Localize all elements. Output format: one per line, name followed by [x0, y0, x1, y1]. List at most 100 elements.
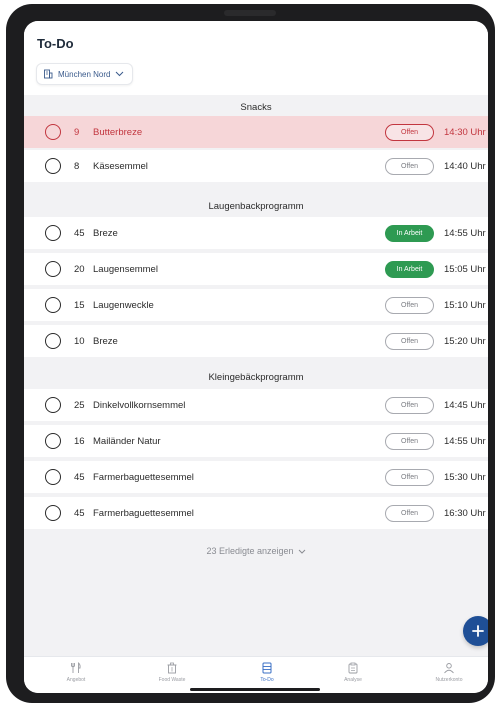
item-time: 15:10 Uhr — [444, 299, 486, 311]
item-time: 14:55 Uhr — [444, 435, 486, 447]
status-badge[interactable]: Offen — [385, 332, 434, 350]
item-text: 45 Breze — [74, 228, 118, 239]
item-text: 45 Farmerbaguettesemmel — [74, 508, 194, 519]
todo-row[interactable]: 20 Laugensemmel In Arbeit 15:05 Uhr — [24, 253, 488, 285]
status-badge[interactable]: Offen — [385, 123, 434, 141]
item-name: Laugensemmel — [93, 263, 158, 275]
checkbox[interactable] — [45, 225, 61, 241]
item-text: 16 Mailänder Natur — [74, 436, 161, 447]
item-name: Dinkelvollkornsemmel — [93, 399, 186, 411]
item-name: Laugenweckle — [93, 299, 154, 311]
status-badge[interactable]: Offen — [385, 396, 434, 414]
checkbox[interactable] — [45, 433, 61, 449]
page-title: To-Do — [37, 36, 74, 51]
item-name: Breze — [93, 227, 118, 239]
checkbox[interactable] — [45, 297, 61, 313]
camera-bar — [224, 10, 276, 16]
todo-row[interactable]: 16 Mailänder Natur Offen 14:55 Uhr — [24, 425, 488, 457]
item-name: Farmerbaguettesemmel — [93, 471, 194, 483]
list-icon — [262, 662, 272, 674]
todo-row[interactable]: 8 Käsesemmel Offen 14:40 Uhr — [24, 150, 488, 182]
status-badge[interactable]: Offen — [385, 296, 434, 314]
app-screen: To-Do München Nord Snacks 9 Butterbreze O… — [24, 21, 488, 693]
item-name: Butterbreze — [93, 126, 143, 138]
section-header-kleingebaeckprogramm: Kleingebäckprogramm — [24, 365, 488, 389]
tab-label: Food Waste — [158, 677, 186, 683]
item-name: Farmerbaguettesemmel — [93, 507, 194, 519]
checkbox[interactable] — [45, 261, 61, 277]
building-icon — [44, 69, 53, 79]
status-badge[interactable]: Offen — [385, 432, 434, 450]
checkbox[interactable] — [45, 333, 61, 349]
item-qty: 45 — [74, 507, 85, 519]
item-time: 15:05 Uhr — [444, 263, 486, 275]
todo-row[interactable]: 9 Butterbreze Offen 14:30 Uhr — [24, 116, 488, 148]
tab-label: Nutzerkonto — [435, 677, 463, 683]
show-completed-button[interactable]: 23 Erledigte anzeigen — [24, 541, 488, 561]
top-bar: To-Do München Nord — [24, 21, 488, 95]
todo-row[interactable]: 10 Breze Offen 15:20 Uhr — [24, 325, 488, 357]
checkbox[interactable] — [45, 469, 61, 485]
status-badge[interactable]: In Arbeit — [385, 224, 434, 242]
tab-label: Analyse — [344, 677, 362, 683]
tab-to-do[interactable]: To-Do — [227, 662, 307, 690]
checkbox[interactable] — [45, 505, 61, 521]
item-text: 45 Farmerbaguettesemmel — [74, 472, 194, 483]
item-text: 9 Butterbreze — [74, 127, 142, 138]
add-button[interactable] — [463, 616, 488, 646]
location-label: München Nord — [58, 69, 111, 79]
item-qty: 8 — [74, 160, 80, 172]
utensils-icon — [71, 662, 81, 673]
home-indicator — [190, 688, 320, 691]
section-header-laugenbackprogramm: Laugenbackprogramm — [24, 194, 488, 218]
tab-label: Angebot — [66, 677, 86, 683]
todo-row[interactable]: 45 Farmerbaguettesemmel Offen 16:30 Uhr — [24, 497, 488, 529]
todo-row[interactable]: 45 Farmerbaguettesemmel Offen 15:30 Uhr — [24, 461, 488, 493]
chevron-down-icon — [116, 71, 124, 77]
status-badge[interactable]: In Arbeit — [385, 260, 434, 278]
todo-row[interactable]: 25 Dinkelvollkornsemmel Offen 14:45 Uhr — [24, 389, 488, 421]
show-completed-label: 23 Erledigte anzeigen — [206, 546, 294, 556]
tab-label: To-Do — [260, 677, 274, 683]
item-time: 14:30 Uhr — [444, 126, 486, 138]
tablet-frame: To-Do München Nord Snacks 9 Butterbreze O… — [6, 4, 495, 703]
item-qty: 25 — [74, 399, 85, 411]
item-text: 20 Laugensemmel — [74, 264, 158, 275]
item-time: 14:40 Uhr — [444, 160, 486, 172]
checkbox[interactable] — [45, 397, 61, 413]
item-qty: 20 — [74, 263, 85, 275]
item-qty: 9 — [74, 126, 80, 138]
item-name: Käsesemmel — [93, 160, 148, 172]
item-qty: 15 — [74, 299, 85, 311]
location-selector[interactable]: München Nord — [36, 63, 134, 85]
checkbox[interactable] — [45, 124, 61, 140]
tab-analyse[interactable]: Analyse — [313, 662, 393, 690]
tab-nutzerkonto[interactable]: Nutzerkonto — [409, 662, 488, 690]
item-time: 15:20 Uhr — [444, 335, 486, 347]
item-time: 15:30 Uhr — [444, 471, 486, 483]
todo-row[interactable]: 15 Laugenweckle Offen 15:10 Uhr — [24, 289, 488, 321]
item-time: 14:55 Uhr — [444, 227, 486, 239]
todo-row[interactable]: 45 Breze In Arbeit 14:55 Uhr — [24, 217, 488, 249]
item-qty: 45 — [74, 471, 85, 483]
item-text: 8 Käsesemmel — [74, 161, 148, 172]
clipboard-icon — [348, 662, 358, 674]
status-badge[interactable]: Offen — [385, 504, 434, 522]
user-icon — [444, 663, 454, 674]
item-name: Breze — [93, 335, 118, 347]
trash-icon — [167, 662, 177, 674]
tab-angebot[interactable]: Angebot — [36, 662, 116, 690]
item-text: 15 Laugenweckle — [74, 300, 154, 311]
item-qty: 10 — [74, 335, 85, 347]
item-name: Mailänder Natur — [93, 435, 161, 447]
status-badge[interactable]: Offen — [385, 157, 434, 175]
item-text: 25 Dinkelvollkornsemmel — [74, 400, 185, 411]
checkbox[interactable] — [45, 158, 61, 174]
plus-icon — [472, 625, 484, 637]
status-badge[interactable]: Offen — [385, 468, 434, 486]
tab-food-waste[interactable]: Food Waste — [132, 662, 212, 690]
chevron-down-icon — [298, 549, 305, 554]
item-time: 16:30 Uhr — [444, 507, 486, 519]
item-text: 10 Breze — [74, 336, 118, 347]
item-qty: 45 — [74, 227, 85, 239]
